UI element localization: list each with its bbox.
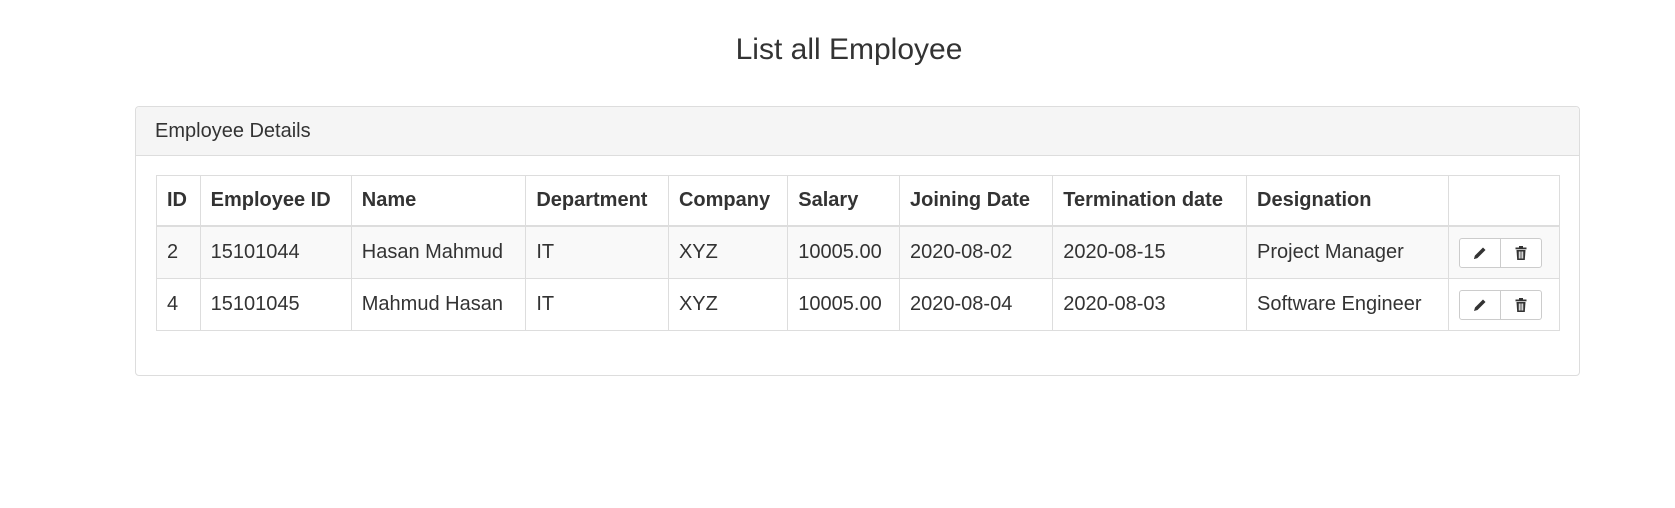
column-header-joining-date: Joining Date [899,175,1054,227]
table-row: 2 15101044 Hasan Mahmud IT XYZ 10005.00 … [156,225,1560,279]
cell-id: 2 [156,225,201,279]
pencil-icon [1474,299,1486,311]
edit-button[interactable] [1459,289,1502,320]
trash-icon [1515,245,1527,260]
column-header-employee-id: Employee ID [199,175,352,227]
row-action-group [1459,237,1543,268]
cell-department: IT [525,225,669,279]
page-title: List all Employee [735,33,963,66]
employee-table: ID Employee ID Name Department Company S… [156,175,1560,331]
cell-actions [1448,278,1560,331]
column-header-designation: Designation [1246,175,1450,227]
cell-joining-date: 2020-08-04 [899,278,1054,331]
column-header-name: Name [350,175,527,227]
pencil-icon [1474,247,1486,259]
column-header-termination-date: Termination date [1052,175,1248,227]
edit-button[interactable] [1459,237,1502,268]
cell-id: 4 [156,278,201,331]
cell-name: Hasan Mahmud [350,225,527,279]
cell-designation: Project Manager [1246,225,1450,279]
column-header-salary: Salary [787,175,901,227]
cell-salary: 10005.00 [787,225,901,279]
cell-company: XYZ [667,225,789,279]
trash-icon [1515,297,1527,312]
cell-actions [1448,225,1560,279]
table-header-row: ID Employee ID Name Department Company S… [156,175,1560,227]
column-header-id: ID [156,175,201,227]
delete-button[interactable] [1500,237,1543,268]
cell-salary: 10005.00 [787,278,901,331]
cell-termination-date: 2020-08-15 [1052,225,1248,279]
cell-termination-date: 2020-08-03 [1052,278,1248,331]
cell-employee-id: 15101045 [199,278,352,331]
column-header-department: Department [525,175,669,227]
table-row: 4 15101045 Mahmud Hasan IT XYZ 10005.00 … [156,278,1560,331]
delete-button[interactable] [1500,289,1543,320]
cell-name: Mahmud Hasan [350,278,527,331]
row-action-group [1459,289,1543,320]
cell-company: XYZ [667,278,789,331]
panel-heading: Employee Details [136,107,1579,156]
column-header-company: Company [667,175,789,227]
column-header-actions [1448,175,1560,227]
cell-employee-id: 15101044 [199,225,352,279]
employee-details-panel: Employee Details ID Employee ID Name Dep… [135,106,1580,376]
cell-designation: Software Engineer [1246,278,1450,331]
cell-joining-date: 2020-08-02 [899,225,1054,279]
cell-department: IT [525,278,669,331]
